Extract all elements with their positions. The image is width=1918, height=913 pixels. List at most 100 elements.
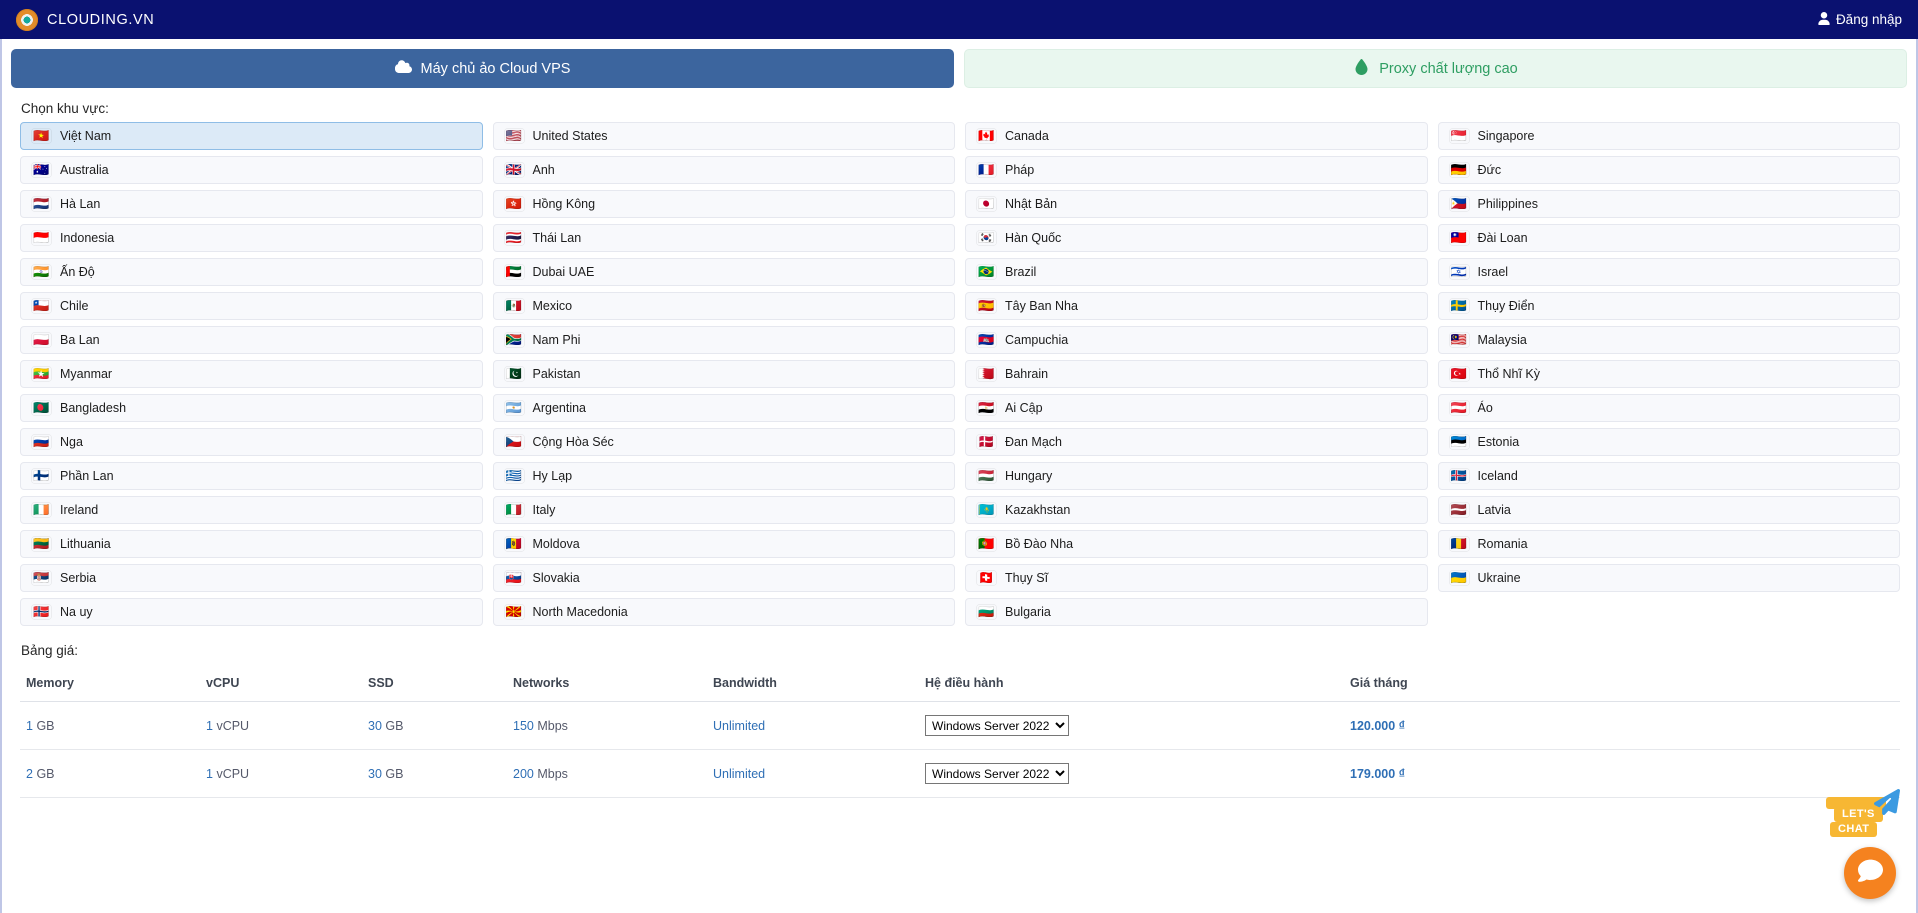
cell-networks-value: 150 bbox=[513, 718, 534, 733]
region-option[interactable]: 🇨🇱 Chile bbox=[20, 292, 483, 320]
region-option[interactable]: 🇮🇱 Israel bbox=[1437, 258, 1900, 286]
flag-icon: 🇬🇷 bbox=[505, 469, 523, 483]
cell-vcpu: 1 vCPU bbox=[200, 701, 362, 750]
region-option[interactable]: 🇵🇱 Ba Lan bbox=[20, 326, 483, 354]
region-option[interactable]: 🇹🇼 Đài Loan bbox=[1437, 224, 1900, 252]
region-option[interactable]: 🇺🇦 Ukraine bbox=[1437, 564, 1900, 592]
region-option[interactable]: 🇯🇵 Nhật Bản bbox=[965, 190, 1428, 218]
region-option[interactable]: 🇧🇬 Bulgaria bbox=[965, 598, 1428, 626]
region-option[interactable]: 🇸🇬 Singapore bbox=[1437, 122, 1900, 150]
region-option[interactable]: 🇪🇬 Ai Cập bbox=[965, 394, 1428, 422]
flag-icon: 🇨🇦 bbox=[978, 129, 995, 143]
region-option[interactable]: 🇮🇳 Ấn Độ bbox=[20, 258, 483, 286]
region-option[interactable]: 🇲🇩 Moldova bbox=[492, 530, 955, 558]
region-option[interactable]: 🇫🇷 Pháp bbox=[965, 156, 1428, 184]
cell-vcpu: 1 vCPU bbox=[200, 749, 362, 798]
tab-proxy[interactable]: Proxy chất lượng cao bbox=[964, 49, 1907, 88]
flag-icon: 🇳🇴 bbox=[33, 605, 50, 619]
region-option[interactable]: 🇫🇮 Phần Lan bbox=[20, 462, 483, 490]
region-option[interactable]: 🇮🇪 Ireland bbox=[20, 496, 483, 524]
region-option[interactable]: 🇹🇭 Thái Lan bbox=[492, 224, 955, 252]
region-option[interactable]: 🇲🇲 Myanmar bbox=[20, 360, 483, 388]
region-option[interactable]: 🇦🇷 Argentina bbox=[492, 394, 955, 422]
region-option[interactable]: 🇵🇹 Bồ Đào Nha bbox=[965, 530, 1428, 558]
region-option[interactable]: 🇮🇹 Italy bbox=[492, 496, 955, 524]
region-option[interactable]: 🇰🇭 Campuchia bbox=[965, 326, 1428, 354]
region-option[interactable]: 🇳🇴 Na uy bbox=[20, 598, 483, 626]
region-option[interactable]: 🇷🇸 Serbia bbox=[20, 564, 483, 592]
region-option[interactable]: 🇭🇰 Hồng Kông bbox=[492, 190, 955, 218]
flag-icon: 🇦🇷 bbox=[505, 401, 523, 415]
region-option[interactable]: 🇧🇷 Brazil bbox=[965, 258, 1428, 286]
region-option[interactable]: 🇺🇸 United States bbox=[492, 122, 955, 150]
region-option[interactable]: 🇿🇦 Nam Phi bbox=[492, 326, 955, 354]
chat-bubble-button[interactable] bbox=[1844, 847, 1896, 899]
region-option-label: Hungary bbox=[1005, 469, 1053, 483]
region-option[interactable]: 🇦🇪 Dubai UAE bbox=[492, 258, 955, 286]
region-option[interactable]: 🇷🇴 Romania bbox=[1437, 530, 1900, 558]
region-option[interactable]: 🇻🇳 Việt Nam bbox=[20, 122, 483, 150]
region-option[interactable]: 🇭🇺 Hungary bbox=[965, 462, 1428, 490]
region-option[interactable]: 🇷🇺 Nga bbox=[20, 428, 483, 456]
cell-networks-value: 200 bbox=[513, 766, 534, 781]
region-option[interactable]: 🇲🇾 Malaysia bbox=[1437, 326, 1900, 354]
flag-icon: 🇰🇭 bbox=[978, 333, 995, 347]
tab-cloud-vps[interactable]: Máy chủ ảo Cloud VPS bbox=[11, 49, 954, 88]
region-option[interactable]: 🇩🇪 Đức bbox=[1437, 156, 1900, 184]
flag-icon: 🇪🇪 bbox=[1450, 435, 1468, 449]
cell-vcpu-value: 1 bbox=[206, 766, 213, 781]
region-option[interactable]: 🇵🇭 Philippines bbox=[1437, 190, 1900, 218]
region-option[interactable]: 🇪🇸 Tây Ban Nha bbox=[965, 292, 1428, 320]
region-option[interactable]: 🇰🇿 Kazakhstan bbox=[965, 496, 1428, 524]
flag-icon: 🇵🇹 bbox=[978, 537, 995, 551]
region-option[interactable]: 🇪🇪 Estonia bbox=[1437, 428, 1900, 456]
region-option[interactable]: 🇳🇱 Hà Lan bbox=[20, 190, 483, 218]
region-option[interactable]: 🇸🇪 Thụy Điển bbox=[1437, 292, 1900, 320]
region-option[interactable]: 🇮🇸 Iceland bbox=[1437, 462, 1900, 490]
flag-icon: 🇵🇱 bbox=[33, 333, 50, 347]
os-select[interactable]: Windows Server 2022 bbox=[925, 715, 1069, 736]
region-section-title: Chọn khu vực: bbox=[21, 101, 109, 116]
region-option[interactable]: 🇸🇰 Slovakia bbox=[492, 564, 955, 592]
region-option-label: Moldova bbox=[532, 537, 580, 551]
region-option[interactable]: 🇧🇭 Bahrain bbox=[965, 360, 1428, 388]
cell-ssd-value: 30 bbox=[368, 766, 382, 781]
region-option[interactable]: 🇨🇭 Thụy Sĩ bbox=[965, 564, 1428, 592]
cell-os: Windows Server 2022 bbox=[919, 749, 1344, 798]
region-option[interactable]: 🇱🇻 Latvia bbox=[1437, 496, 1900, 524]
region-option-label: Ấn Độ bbox=[60, 265, 95, 279]
flag-icon: 🇦🇺 bbox=[33, 163, 50, 177]
region-option[interactable]: 🇩🇰 Đan Mạch bbox=[965, 428, 1428, 456]
flag-icon: 🇮🇱 bbox=[1450, 265, 1468, 279]
region-option-label: Slovakia bbox=[532, 571, 580, 585]
region-option-label: Ukraine bbox=[1477, 571, 1521, 585]
column-header: Giá tháng bbox=[1344, 666, 1900, 702]
region-option[interactable]: 🇦🇹 Áo bbox=[1437, 394, 1900, 422]
os-select[interactable]: Windows Server 2022 bbox=[925, 763, 1069, 784]
region-option[interactable]: 🇨🇦 Canada bbox=[965, 122, 1428, 150]
region-option[interactable]: 🇱🇹 Lithuania bbox=[20, 530, 483, 558]
region-option-label: Australia bbox=[60, 163, 109, 177]
lets-chat-banner[interactable]: LET'S CHAT bbox=[1826, 788, 1900, 839]
region-option[interactable]: 🇨🇿 Cộng Hòa Séc bbox=[492, 428, 955, 456]
region-option-label: Estonia bbox=[1477, 435, 1520, 449]
region-option[interactable]: 🇵🇰 Pakistan bbox=[492, 360, 955, 388]
cell-memory: 1 GB bbox=[20, 701, 200, 750]
region-option[interactable]: 🇬🇷 Hy Lạp bbox=[492, 462, 955, 490]
flag-icon: 🇮🇹 bbox=[505, 503, 523, 517]
region-option[interactable]: 🇦🇺 Australia bbox=[20, 156, 483, 184]
region-option[interactable]: 🇰🇷 Hàn Quốc bbox=[965, 224, 1428, 252]
login-link[interactable]: Đăng nhập bbox=[1818, 11, 1902, 28]
region-option[interactable]: 🇲🇰 North Macedonia bbox=[492, 598, 955, 626]
region-option[interactable]: 🇹🇷 Thổ Nhĩ Kỳ bbox=[1437, 360, 1900, 388]
region-option[interactable]: 🇬🇧 Anh bbox=[492, 156, 955, 184]
brand[interactable]: CLOUDING.VN bbox=[16, 8, 154, 31]
region-option-label: Dubai UAE bbox=[532, 265, 595, 279]
region-option[interactable]: 🇲🇽 Mexico bbox=[492, 292, 955, 320]
region-option-label: Thổ Nhĩ Kỳ bbox=[1477, 367, 1541, 381]
region-option-label: Thụy Điển bbox=[1477, 299, 1535, 313]
region-option[interactable]: 🇧🇩 Bangladesh bbox=[20, 394, 483, 422]
region-option[interactable]: 🇮🇩 Indonesia bbox=[20, 224, 483, 252]
cell-bandwidth: Unlimited bbox=[707, 749, 919, 798]
cell-ssd-unit: GB bbox=[385, 766, 404, 781]
